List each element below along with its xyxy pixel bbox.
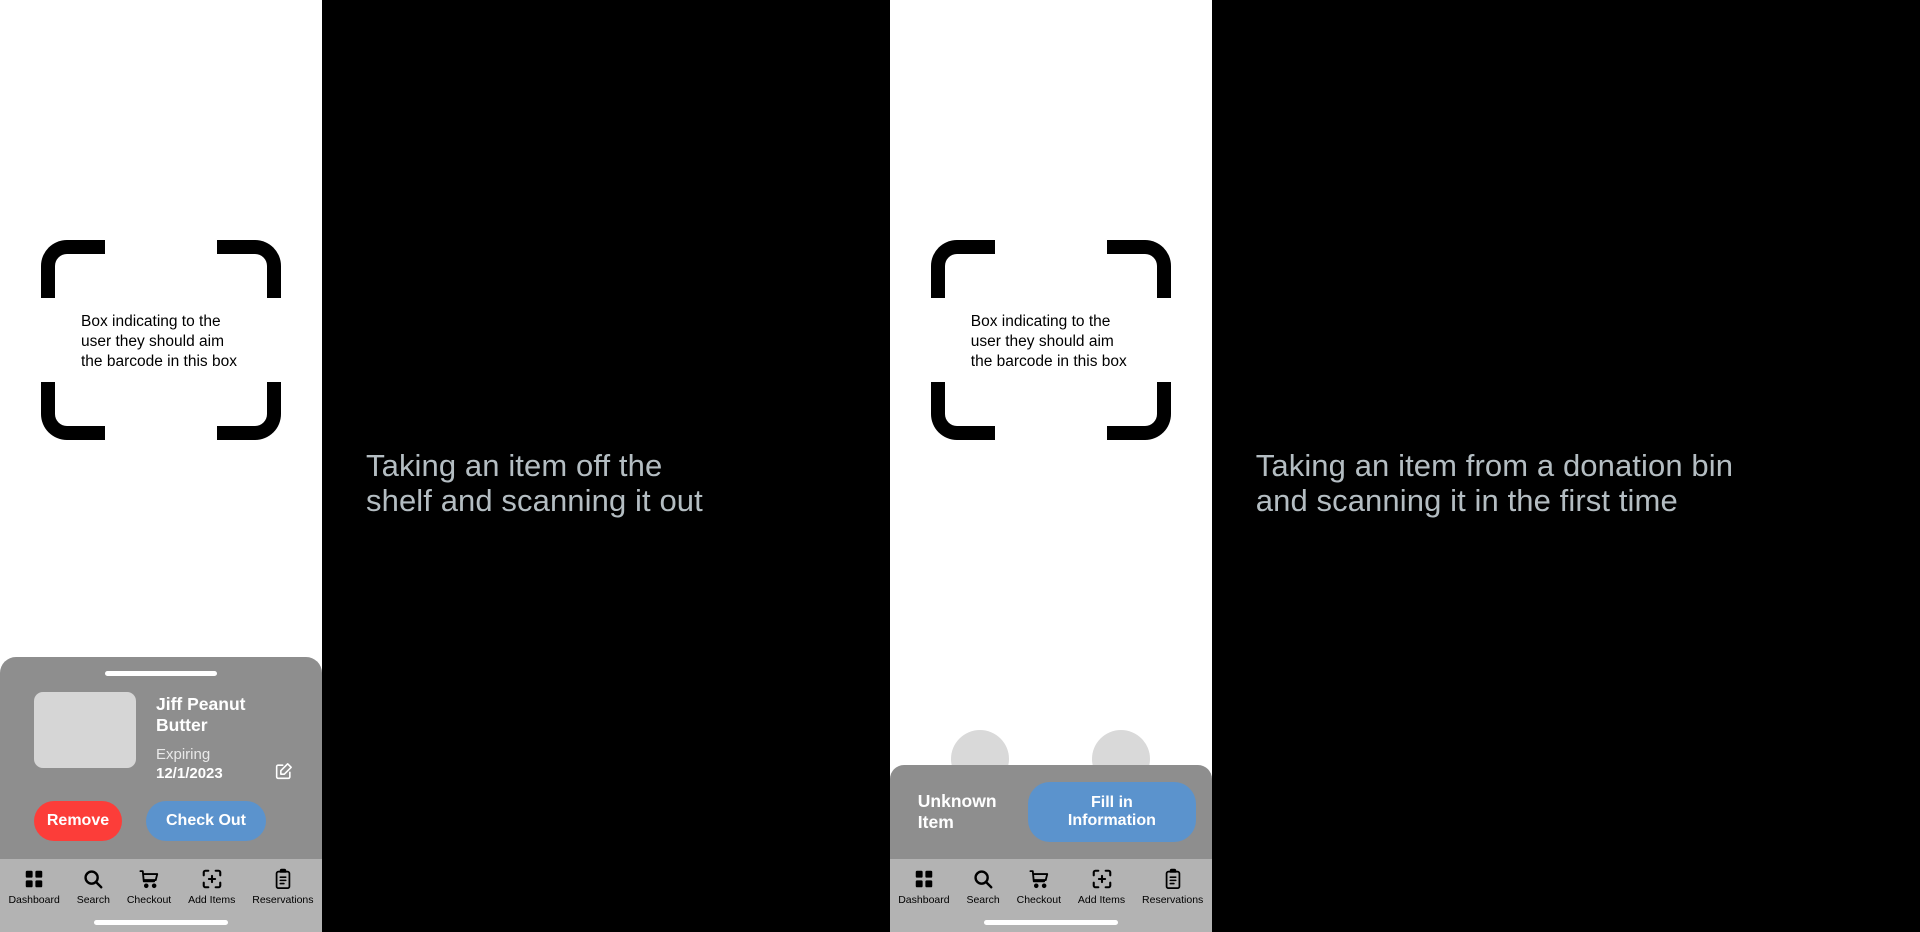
fill-in-information-button[interactable]: Fill in Information (1028, 782, 1196, 842)
grid-squares-icon (23, 868, 45, 890)
edit-square-pencil-icon[interactable] (274, 761, 294, 781)
item-name: Jiff Peanut Butter (156, 694, 246, 736)
item-summary-row: Jiff Peanut Butter Expiring 12/1/2023 (0, 692, 322, 783)
unknown-item-label: Unknown Item (917, 791, 997, 832)
bottom-tab-bar: Dashboard Search Checkout Add Items Rese… (0, 859, 322, 932)
viewfinder-corner-bottom-left-icon (41, 382, 105, 440)
tab-label: Reservations (252, 894, 314, 906)
tab-label: Add Items (1077, 894, 1126, 906)
tab-reservations[interactable]: Reservations (1142, 868, 1203, 906)
tab-label: Search (966, 894, 1000, 906)
unknown-item-bar: Unknown Item Fill in Information (889, 765, 1212, 859)
item-thumbnail (34, 692, 136, 769)
tab-search[interactable]: Search (966, 868, 1000, 906)
tab-label: Dashboard (898, 894, 950, 906)
phone-screen-checkout-scanner: Box indicating to the user they should a… (0, 0, 322, 932)
scan-plus-icon (201, 868, 223, 890)
item-expiry-text: Expiring 12/1/2023 (156, 746, 223, 783)
expiry-date: 12/1/2023 (156, 764, 223, 782)
remove-button[interactable]: Remove (34, 801, 122, 841)
viewfinder-corner-bottom-right-icon (1106, 382, 1171, 440)
tab-label: Dashboard (8, 894, 60, 906)
clipboard-list-icon (272, 868, 294, 890)
item-expiry-block: Expiring 12/1/2023 (156, 746, 294, 783)
tab-label: Search (76, 894, 110, 906)
viewfinder-corner-top-right-icon (217, 240, 281, 298)
tab-label: Checkout (126, 894, 172, 906)
viewfinder-caption: Box indicating to the user they should a… (81, 313, 237, 370)
tab-dashboard[interactable]: Dashboard (8, 868, 60, 906)
annotation-panel-donation: Taking an item from a donation bin and s… (1211, 0, 1920, 932)
viewfinder-corner-top-left-icon (930, 240, 995, 298)
shopping-cart-icon (138, 868, 160, 890)
home-indicator (94, 920, 228, 925)
bottom-tab-bar: Dashboard Search Checkout Add Items Rese… (889, 859, 1212, 932)
storyboard: Box indicating to the user they should a… (0, 0, 1920, 932)
annotation-panel-checkout: Taking an item off the shelf and scannin… (322, 0, 890, 932)
viewfinder-corner-top-left-icon (41, 240, 105, 298)
scan-plus-icon (1091, 868, 1113, 890)
shopping-cart-icon (1028, 868, 1050, 890)
home-indicator (983, 920, 1118, 925)
tab-checkout[interactable]: Checkout (127, 868, 171, 906)
tab-reservations[interactable]: Reservations (252, 868, 314, 906)
barcode-viewfinder: Box indicating to the user they should a… (930, 240, 1171, 440)
item-info: Jiff Peanut Butter Expiring 12/1/2023 (156, 692, 294, 783)
annotation-donation-text: Taking an item from a donation bin and s… (1255, 448, 1734, 518)
clipboard-list-icon (1162, 868, 1184, 890)
viewfinder-caption: Box indicating to the user they should a… (970, 313, 1127, 370)
tab-label: Reservations (1142, 894, 1204, 906)
viewfinder-corner-bottom-right-icon (217, 382, 281, 440)
sheet-grabber-handle[interactable] (105, 671, 217, 677)
tab-add-items[interactable]: Add Items (188, 868, 235, 906)
magnifier-icon (972, 868, 994, 890)
tab-label: Add Items (188, 894, 236, 906)
sheet-action-buttons: Remove Check Out (0, 783, 322, 845)
magnifier-icon (82, 868, 104, 890)
barcode-viewfinder: Box indicating to the user they should a… (41, 240, 281, 440)
tab-add-items[interactable]: Add Items (1078, 868, 1125, 906)
grid-squares-icon (913, 868, 935, 890)
tab-search[interactable]: Search (77, 868, 110, 906)
annotation-checkout-text: Taking an item off the shelf and scannin… (366, 448, 703, 518)
expiry-label: Expiring (156, 746, 211, 764)
check-out-button[interactable]: Check Out (146, 801, 266, 841)
phone-screen-unknown-item-scanner: Box indicating to the user they should a… (889, 0, 1212, 932)
tab-checkout[interactable]: Checkout (1017, 868, 1061, 906)
item-detail-sheet: Jiff Peanut Butter Expiring 12/1/2023 Re… (0, 657, 322, 859)
tab-label: Checkout (1016, 894, 1061, 906)
tab-dashboard[interactable]: Dashboard (898, 868, 950, 906)
viewfinder-corner-bottom-left-icon (930, 382, 995, 440)
viewfinder-corner-top-right-icon (1106, 240, 1171, 298)
